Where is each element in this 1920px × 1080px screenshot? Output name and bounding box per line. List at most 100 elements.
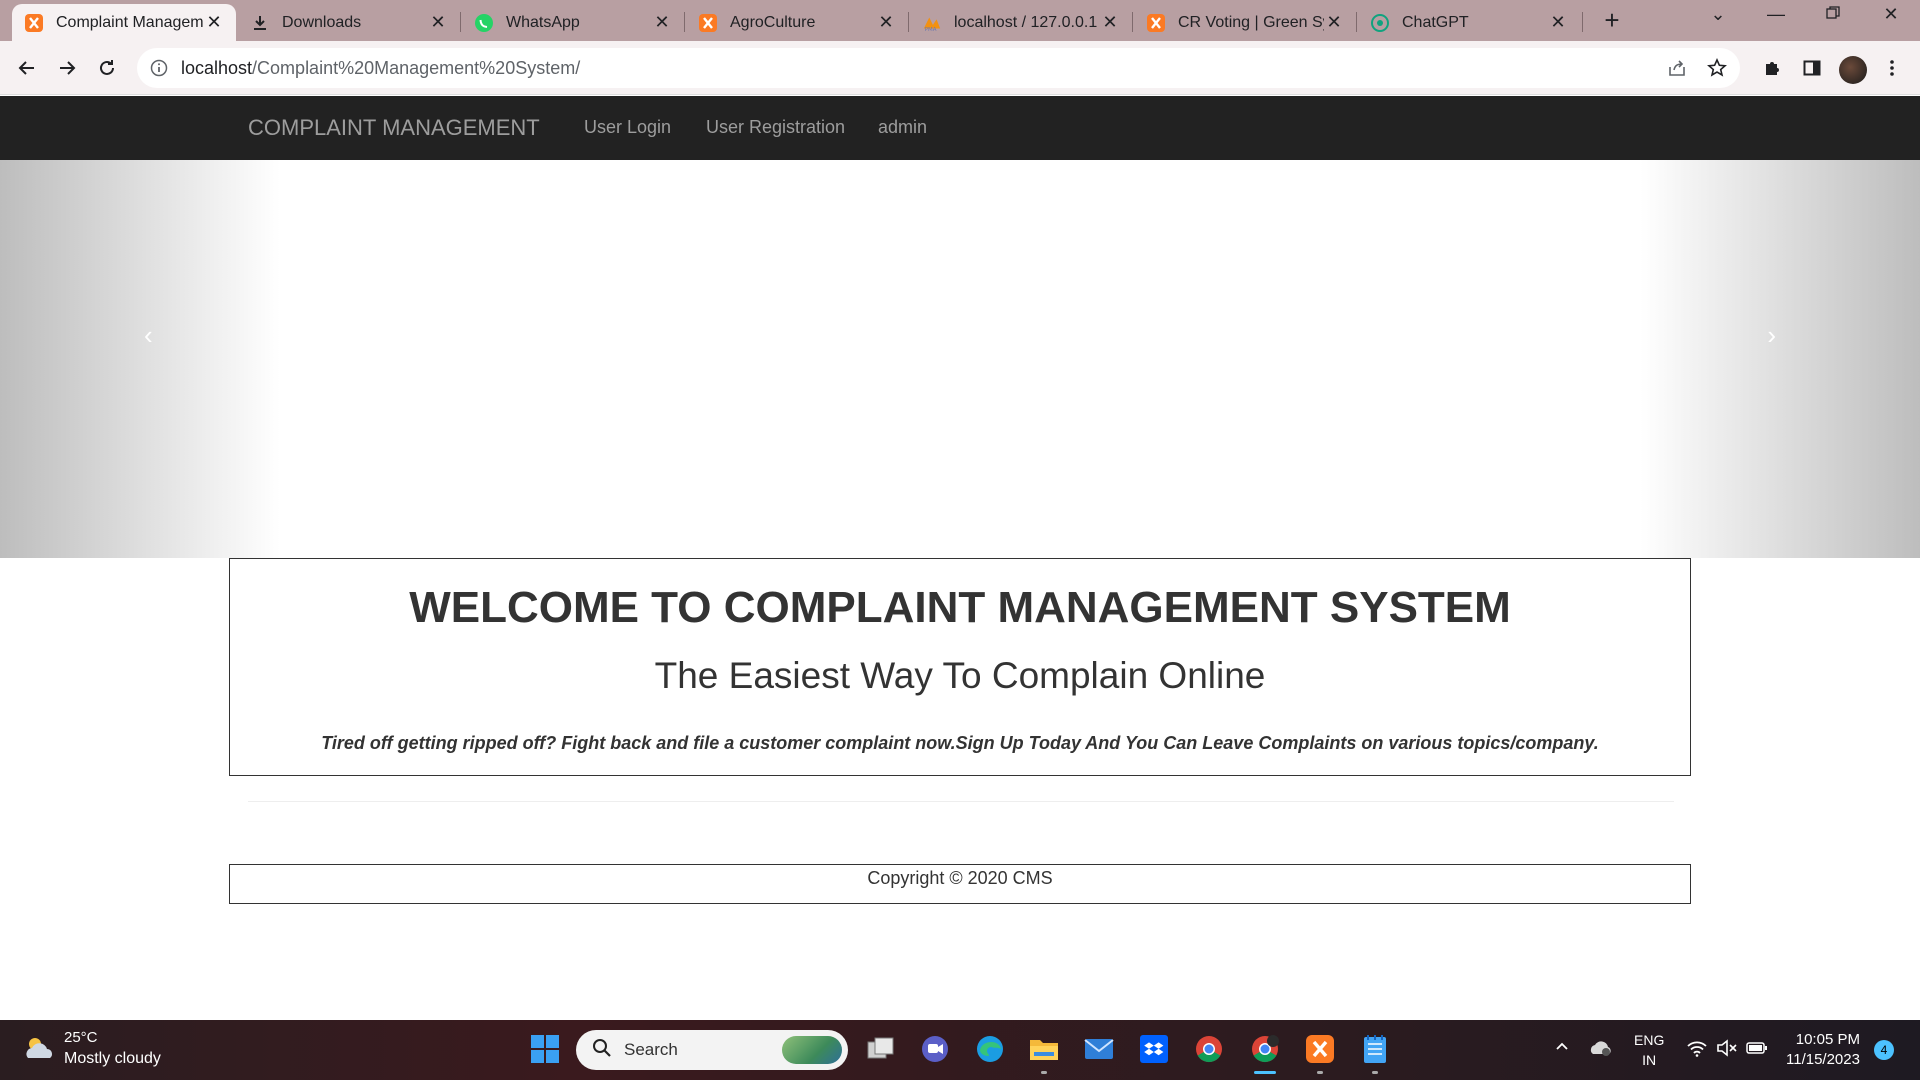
nav-admin[interactable]: admin	[878, 117, 927, 138]
show-hidden-icons-chevron[interactable]	[1554, 1038, 1570, 1059]
site-brand[interactable]: COMPLAINT MANAGEMENT	[248, 115, 540, 141]
language-code: ENG	[1634, 1032, 1665, 1048]
close-tab-icon[interactable]: ✕	[204, 12, 224, 33]
battery-icon[interactable]	[1746, 1040, 1768, 1061]
task-view-icon[interactable]	[864, 1032, 898, 1066]
mail-icon[interactable]	[1082, 1032, 1116, 1066]
xampp-icon	[698, 13, 718, 33]
site-info-icon[interactable]	[149, 58, 169, 78]
url-text: localhost/Complaint%20Management%20Syste…	[181, 58, 580, 79]
teams-chat-icon[interactable]	[918, 1032, 952, 1066]
tab-title: WhatsApp	[506, 13, 580, 31]
address-bar[interactable]: localhost/Complaint%20Management%20Syste…	[137, 48, 1740, 88]
copyright-text: Copyright © 2020 CMS	[867, 868, 1053, 888]
chrome-icon[interactable]	[1192, 1032, 1226, 1066]
carousel-prev-icon[interactable]: ‹	[144, 320, 153, 351]
url-path: /Complaint%20Management%20System/	[252, 57, 581, 78]
tab-complaint-management[interactable]: Complaint Managem ✕	[12, 4, 236, 41]
tab-agroculture[interactable]: AgroCulture ✕	[686, 4, 908, 41]
file-explorer-icon[interactable]	[1027, 1032, 1061, 1074]
browser-toolbar: localhost/Complaint%20Management%20Syste…	[0, 41, 1920, 95]
tab-divider	[1132, 12, 1133, 32]
windows-start-icon[interactable]	[528, 1032, 562, 1066]
close-tab-icon[interactable]: ✕	[428, 12, 448, 33]
carousel-next-area[interactable]: ›	[1640, 160, 1920, 558]
whatsapp-icon	[474, 13, 494, 33]
phpmyadmin-icon: PMA	[922, 13, 942, 33]
running-indicator	[1372, 1071, 1378, 1074]
tab-divider	[684, 12, 685, 32]
forward-arrow-icon[interactable]	[54, 55, 80, 81]
search-placeholder: Search	[624, 1040, 678, 1059]
volume-muted-icon[interactable]	[1716, 1039, 1738, 1062]
carousel-next-icon[interactable]: ›	[1767, 320, 1776, 351]
tab-search-chevron-icon[interactable]: ⌄	[1703, 4, 1733, 25]
bookmark-star-icon[interactable]	[1706, 57, 1728, 79]
side-panel-icon[interactable]	[1800, 56, 1824, 80]
welcome-tagline: Tired off getting ripped off? Fight back…	[321, 733, 1599, 753]
welcome-heading: WELCOME TO COMPLAINT MANAGEMENT SYSTEM	[409, 583, 1511, 632]
browser-menu-icon[interactable]	[1880, 56, 1904, 80]
close-tab-icon[interactable]: ✕	[652, 12, 672, 33]
tab-divider	[1582, 12, 1583, 32]
share-icon[interactable]	[1666, 57, 1688, 79]
dropbox-icon[interactable]	[1137, 1032, 1171, 1066]
search-icon	[592, 1038, 612, 1063]
profile-avatar[interactable]	[1839, 56, 1867, 84]
tab-chatgpt[interactable]: ChatGPT ✕	[1358, 4, 1580, 41]
tab-title: Complaint Managem	[56, 13, 204, 31]
close-tab-icon[interactable]: ✕	[1548, 12, 1568, 33]
close-tab-icon[interactable]: ✕	[1324, 12, 1344, 33]
search-highlight-image	[782, 1036, 842, 1064]
chatgpt-icon	[1370, 13, 1390, 33]
new-tab-button[interactable]: +	[1598, 6, 1626, 34]
onedrive-cloud-icon[interactable]	[1588, 1038, 1614, 1063]
tab-divider	[460, 12, 461, 32]
welcome-panel: WELCOME TO COMPLAINT MANAGEMENT SYSTEM T…	[229, 558, 1691, 776]
xampp-icon	[1146, 13, 1166, 33]
chrome-profile-icon[interactable]	[1248, 1032, 1282, 1074]
tab-divider	[1356, 12, 1357, 32]
back-arrow-icon[interactable]	[14, 55, 40, 81]
url-host: localhost	[181, 57, 253, 78]
input-language-indicator[interactable]: ENG IN	[1634, 1030, 1664, 1070]
reload-icon[interactable]	[94, 55, 120, 81]
svg-text:PMA: PMA	[925, 27, 937, 33]
tab-cr-voting[interactable]: CR Voting | Green Sy ✕	[1134, 4, 1356, 41]
nav-user-registration[interactable]: User Registration	[706, 117, 845, 138]
edge-browser-icon[interactable]	[973, 1032, 1007, 1066]
xampp-icon	[24, 13, 44, 33]
tab-whatsapp[interactable]: WhatsApp ✕	[462, 4, 684, 41]
weather-cloud-icon[interactable]	[22, 1034, 56, 1064]
extensions-puzzle-icon[interactable]	[1760, 56, 1784, 80]
weather-description[interactable]: Mostly cloudy	[64, 1050, 161, 1068]
region-code: IN	[1642, 1052, 1657, 1068]
wifi-icon[interactable]	[1686, 1039, 1708, 1062]
restore-button[interactable]	[1818, 4, 1848, 25]
tab-downloads[interactable]: Downloads ✕	[238, 4, 460, 41]
nav-user-login[interactable]: User Login	[584, 117, 671, 138]
tab-phpmyadmin[interactable]: PMA localhost / 127.0.0.1 | ✕	[910, 4, 1132, 41]
tab-title: CR Voting | Green Sy	[1178, 13, 1324, 31]
welcome-subheading: The Easiest Way To Complain Online	[654, 655, 1266, 696]
taskbar-search-box[interactable]: Search	[576, 1030, 848, 1070]
tab-divider	[908, 12, 909, 32]
tab-title: ChatGPT	[1402, 13, 1469, 31]
site-navbar: COMPLAINT MANAGEMENT User Login User Reg…	[0, 96, 1920, 160]
weather-temperature[interactable]: 25°C	[64, 1029, 98, 1046]
minimize-button[interactable]: —	[1761, 4, 1791, 25]
active-app-indicator	[1254, 1071, 1276, 1074]
xampp-icon[interactable]	[1303, 1032, 1337, 1074]
close-window-button[interactable]: ✕	[1876, 4, 1906, 25]
carousel-prev-area[interactable]: ‹	[0, 160, 280, 558]
notification-count-badge[interactable]: 4	[1874, 1040, 1894, 1060]
running-indicator	[1041, 1071, 1047, 1074]
running-indicator	[1317, 1071, 1323, 1074]
tab-title: Downloads	[282, 13, 362, 31]
system-clock[interactable]: 10:05 PM 11/15/2023	[1786, 1030, 1860, 1070]
windows-taskbar: 25°C Mostly cloudy Search ENG IN 10:05 P…	[0, 1020, 1920, 1080]
notepad-icon[interactable]	[1358, 1032, 1392, 1074]
close-tab-icon[interactable]: ✕	[1100, 12, 1120, 33]
image-carousel: ‹ ›	[0, 160, 1920, 558]
close-tab-icon[interactable]: ✕	[876, 12, 896, 33]
